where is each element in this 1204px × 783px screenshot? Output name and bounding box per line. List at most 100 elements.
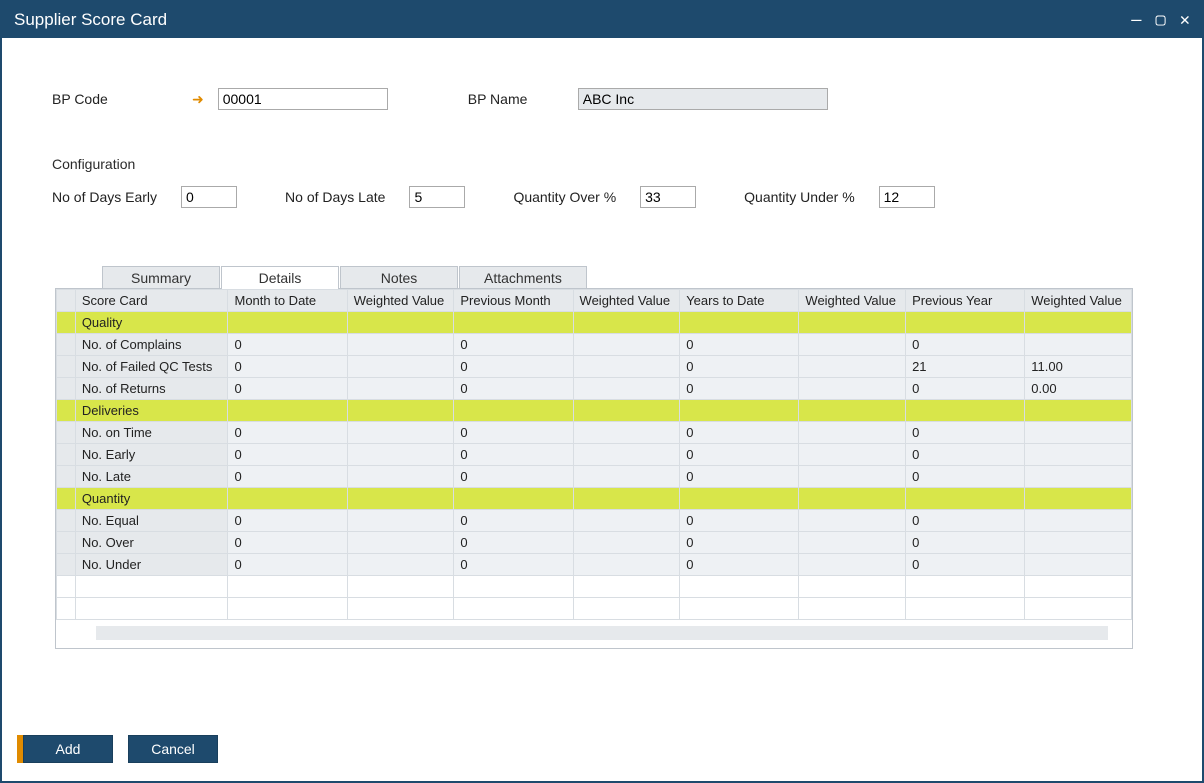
cell — [573, 444, 680, 466]
table-row[interactable] — [57, 598, 1132, 620]
cell — [680, 576, 799, 598]
tab-attachments[interactable]: Attachments — [459, 266, 587, 289]
row-handle[interactable] — [57, 488, 76, 510]
row-handle-header — [57, 290, 76, 312]
col-scorecard: Score Card — [75, 290, 228, 312]
cell — [906, 598, 1025, 620]
cell — [1025, 510, 1132, 532]
group-row[interactable]: Quantity — [57, 488, 1132, 510]
row-handle[interactable] — [57, 378, 76, 400]
cell — [799, 532, 906, 554]
cell: No. of Returns — [75, 378, 228, 400]
cell: 0 — [680, 422, 799, 444]
bp-name-input — [578, 88, 828, 110]
table-row[interactable]: No. Early0000 — [57, 444, 1132, 466]
bp-code-input[interactable] — [218, 88, 388, 110]
cell: 0 — [906, 422, 1025, 444]
cell — [454, 488, 573, 510]
col-month-to-date: Month to Date — [228, 290, 347, 312]
row-handle[interactable] — [57, 334, 76, 356]
cell — [347, 422, 454, 444]
cell: Quantity — [75, 488, 228, 510]
cancel-button[interactable]: Cancel — [128, 735, 218, 763]
cell — [573, 400, 680, 422]
cell: No. of Failed QC Tests — [75, 356, 228, 378]
row-handle[interactable] — [57, 598, 76, 620]
cell — [347, 598, 454, 620]
cell — [680, 598, 799, 620]
cell: No. of Complains — [75, 334, 228, 356]
tab-panel-details: Score Card Month to Date Weighted Value … — [55, 288, 1133, 649]
cell — [799, 400, 906, 422]
table-row[interactable]: No. on Time0000 — [57, 422, 1132, 444]
table-row[interactable]: No. Under0000 — [57, 554, 1132, 576]
cell — [573, 466, 680, 488]
days-late-input[interactable] — [409, 186, 465, 208]
cell: No. Under — [75, 554, 228, 576]
cell — [573, 422, 680, 444]
table-row[interactable] — [57, 576, 1132, 598]
qty-under-input[interactable] — [879, 186, 935, 208]
cell — [799, 576, 906, 598]
row-handle[interactable] — [57, 554, 76, 576]
cell — [347, 488, 454, 510]
cell — [228, 312, 347, 334]
table-row[interactable]: No. of Failed QC Tests0002111.00 — [57, 356, 1132, 378]
cell: 0 — [906, 444, 1025, 466]
tab-notes[interactable]: Notes — [340, 266, 458, 289]
cell — [347, 554, 454, 576]
link-arrow-icon[interactable]: ➜ — [192, 91, 204, 108]
group-row[interactable]: Quality — [57, 312, 1132, 334]
cell — [1025, 532, 1132, 554]
cell: 0 — [228, 510, 347, 532]
cell: 0 — [680, 444, 799, 466]
qty-under-label: Quantity Under % — [744, 189, 855, 205]
table-row[interactable]: No. of Returns00000.00 — [57, 378, 1132, 400]
cell — [454, 598, 573, 620]
bp-row: BP Code ➜ BP Name — [52, 88, 1152, 110]
cell — [1025, 334, 1132, 356]
col-prev-month: Previous Month — [454, 290, 573, 312]
cell — [1025, 554, 1132, 576]
cell — [1025, 466, 1132, 488]
cell: 0 — [454, 356, 573, 378]
cell: 0 — [228, 532, 347, 554]
group-row[interactable]: Deliveries — [57, 400, 1132, 422]
row-handle[interactable] — [57, 356, 76, 378]
cell: No. Over — [75, 532, 228, 554]
cell — [906, 488, 1025, 510]
cell — [347, 334, 454, 356]
cell — [573, 576, 680, 598]
add-button[interactable]: Add — [23, 735, 113, 763]
row-handle[interactable] — [57, 400, 76, 422]
tab-summary[interactable]: Summary — [102, 266, 220, 289]
table-row[interactable]: No. Late0000 — [57, 466, 1132, 488]
qty-over-input[interactable] — [640, 186, 696, 208]
maximize-icon[interactable]: ▢ — [1156, 12, 1166, 29]
row-handle[interactable] — [57, 576, 76, 598]
cell — [75, 598, 228, 620]
row-handle[interactable] — [57, 312, 76, 334]
cell: 0 — [454, 466, 573, 488]
row-handle[interactable] — [57, 510, 76, 532]
days-early-input[interactable] — [181, 186, 237, 208]
table-row[interactable]: No. of Complains0000 — [57, 334, 1132, 356]
cell — [906, 576, 1025, 598]
cell — [1025, 422, 1132, 444]
cell — [347, 312, 454, 334]
table-row[interactable]: No. Equal0000 — [57, 510, 1132, 532]
cell — [1025, 400, 1132, 422]
close-icon[interactable]: ✕ — [1180, 12, 1190, 29]
col-ytd-weighted: Weighted Value — [799, 290, 906, 312]
horizontal-scrollbar[interactable] — [96, 626, 1108, 640]
cell — [347, 444, 454, 466]
row-handle[interactable] — [57, 422, 76, 444]
tab-details[interactable]: Details — [221, 266, 339, 289]
minimize-icon[interactable]: — — [1131, 12, 1141, 29]
row-handle[interactable] — [57, 532, 76, 554]
row-handle[interactable] — [57, 444, 76, 466]
cell — [680, 312, 799, 334]
cell — [573, 312, 680, 334]
row-handle[interactable] — [57, 466, 76, 488]
table-row[interactable]: No. Over0000 — [57, 532, 1132, 554]
